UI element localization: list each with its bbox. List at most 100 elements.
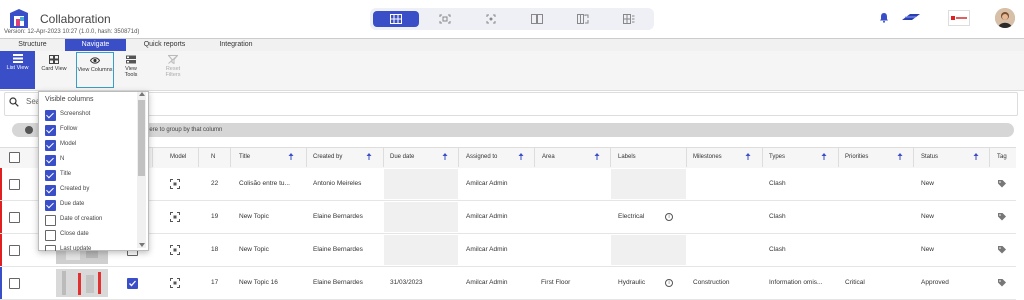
sort-arrow-icon[interactable] [821, 153, 827, 160]
view-columns-button[interactable]: View Columns [76, 52, 114, 88]
split-view-icon[interactable] [514, 11, 560, 27]
tab-navigate[interactable]: Navigate [65, 39, 126, 51]
model-focus-icon[interactable] [170, 179, 180, 189]
tab-quick-reports[interactable]: Quick reports [131, 39, 198, 51]
compare-view-icon[interactable] [560, 11, 606, 27]
column-toggle-item[interactable]: N [45, 153, 133, 167]
checkbox-checked[interactable] [45, 110, 56, 121]
focus-view-icon[interactable] [468, 11, 514, 27]
checkbox-unchecked[interactable] [45, 230, 56, 241]
reset-filters-button[interactable]: Reset Filters [160, 52, 186, 88]
follow-checkbox-checked[interactable] [127, 278, 138, 289]
tab-structure[interactable]: Structure [0, 39, 65, 51]
select-all-checkbox[interactable] [9, 152, 20, 163]
col-assigned-to[interactable]: Assigned to [466, 154, 497, 160]
column-toggle-item[interactable]: Model [45, 138, 133, 152]
sort-arrow-icon[interactable] [973, 153, 979, 160]
checkbox-checked[interactable] [45, 185, 56, 196]
model-focus-icon[interactable] [170, 278, 180, 288]
row-checkbox[interactable] [9, 179, 20, 190]
column-toggle-item[interactable]: Screenshot [45, 108, 133, 122]
row-checkbox[interactable] [9, 278, 20, 289]
checkbox-checked[interactable] [45, 200, 56, 211]
sort-arrow-icon[interactable] [442, 153, 448, 160]
checkbox-unchecked[interactable] [45, 215, 56, 226]
checkbox-checked[interactable] [45, 140, 56, 151]
info-icon[interactable]: i [665, 213, 673, 221]
fit-view-icon[interactable] [422, 11, 468, 27]
tag-icon[interactable] [998, 246, 1006, 254]
cell-title[interactable]: Colisão entre tu... [239, 180, 290, 187]
sort-arrow-icon[interactable] [745, 153, 751, 160]
info-icon[interactable]: i [665, 279, 673, 287]
cell-created-by: Elaine Bernardes [313, 279, 363, 286]
sort-arrow-icon[interactable] [366, 153, 372, 160]
sort-arrow-icon[interactable] [518, 153, 524, 160]
row-checkbox[interactable] [9, 212, 20, 223]
user-avatar[interactable] [995, 8, 1015, 28]
grid-view-icon[interactable] [373, 11, 419, 27]
col-milestones[interactable]: Milestones [693, 154, 722, 160]
menu-scrollbar-thumb[interactable] [138, 100, 145, 176]
col-created-by[interactable]: Created by [313, 154, 342, 160]
scroll-up-arrow-icon[interactable] [139, 92, 145, 96]
column-toggle-label: Model [60, 141, 77, 147]
table-row[interactable]: 22 Colisão entre tu... Antonio Meireles … [0, 168, 1016, 201]
table-row[interactable]: 17 New Topic 16 Elaine Bernardes 31/03/2… [0, 267, 1016, 300]
checkbox-checked[interactable] [45, 155, 56, 166]
column-toggle-label: Screenshot [60, 111, 91, 117]
col-due-date[interactable]: Due date [390, 154, 414, 160]
row-checkbox[interactable] [9, 245, 20, 256]
cell-labels-empty [611, 235, 686, 265]
sort-arrow-icon[interactable] [594, 153, 600, 160]
col-n[interactable]: N [211, 154, 215, 160]
tag-icon[interactable] [998, 213, 1006, 221]
col-model[interactable]: Model [170, 154, 186, 160]
cell-title[interactable]: New Topic [239, 246, 269, 253]
view-tools-button[interactable]: View Tools [118, 52, 144, 88]
column-toggle-item[interactable]: Due date [45, 198, 133, 212]
model-focus-icon[interactable] [170, 245, 180, 255]
cell-created-by: Antonio Meireles [313, 180, 362, 187]
column-toggle-item[interactable]: Title [45, 168, 133, 182]
cell-created-by: Elaine Bernardes [313, 246, 363, 253]
table-row[interactable]: 19 New Topic Elaine Bernardes Amilcar Ad… [0, 201, 1016, 234]
tag-icon[interactable] [998, 279, 1006, 287]
column-toggle-item[interactable]: Close date [45, 228, 133, 242]
list-grid-view-icon[interactable] [606, 11, 652, 27]
col-area[interactable]: Area [542, 154, 555, 160]
column-toggle-label: Title [60, 171, 72, 177]
sort-arrow-icon[interactable] [897, 153, 903, 160]
search-bar[interactable] [4, 92, 1018, 116]
checkbox-unchecked[interactable] [45, 245, 56, 251]
column-divider [686, 148, 687, 167]
cell-due-date-empty [384, 202, 458, 232]
column-toggle-item[interactable]: Follow [45, 123, 133, 137]
col-tag[interactable]: Tag [997, 154, 1007, 160]
column-divider [306, 148, 307, 167]
scroll-down-arrow-icon[interactable] [139, 243, 145, 247]
col-status[interactable]: Status [921, 154, 938, 160]
sort-arrow-icon[interactable] [288, 153, 294, 160]
brand-logo [902, 13, 920, 21]
bell-icon[interactable] [879, 12, 889, 25]
col-title[interactable]: Title [239, 154, 250, 160]
column-divider [534, 148, 535, 167]
model-focus-icon[interactable] [170, 212, 180, 222]
cell-title[interactable]: New Topic 16 [239, 279, 278, 286]
table-row[interactable]: 18 New Topic Elaine Bernardes Amilcar Ad… [0, 234, 1016, 267]
column-toggle-item[interactable]: Created by [45, 183, 133, 197]
cell-title[interactable]: New Topic [239, 213, 269, 220]
col-labels[interactable]: Labels [618, 154, 636, 160]
tab-integration[interactable]: Integration [204, 39, 268, 51]
col-priorities[interactable]: Priorities [845, 154, 868, 160]
checkbox-checked[interactable] [45, 125, 56, 136]
card-view-button[interactable]: Card View [40, 52, 68, 88]
column-toggle-item[interactable]: Last update [45, 243, 133, 251]
col-types[interactable]: Types [769, 154, 785, 160]
column-toggle-item[interactable]: Date of creation [45, 213, 133, 227]
checkbox-checked[interactable] [45, 170, 56, 181]
tag-icon[interactable] [998, 180, 1006, 188]
list-view-button[interactable]: List View [0, 51, 35, 89]
screenshot-thumbnail[interactable] [56, 269, 108, 297]
